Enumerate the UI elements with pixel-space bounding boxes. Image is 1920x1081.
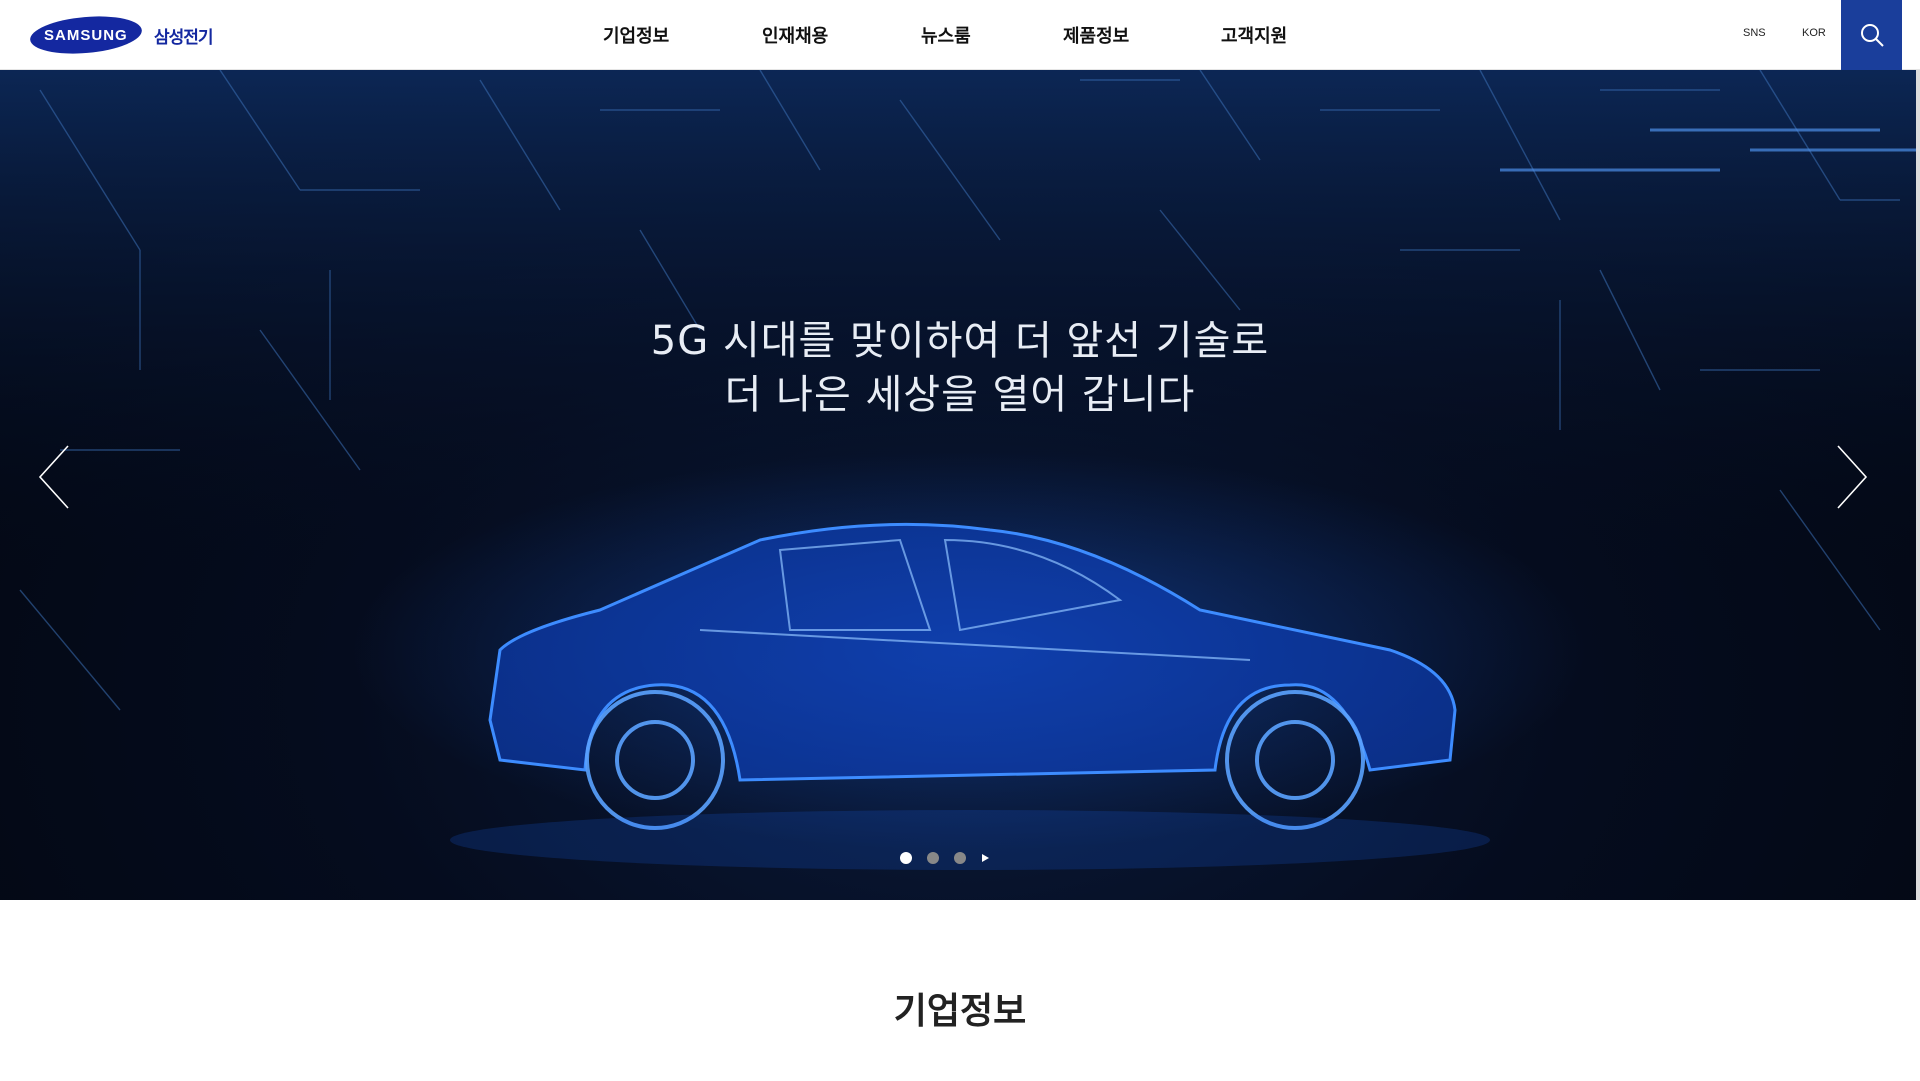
search-button[interactable] <box>1841 0 1902 70</box>
nav-item-support[interactable]: 고객지원 <box>1221 22 1287 48</box>
nav-item-newsroom[interactable]: 뉴스룸 <box>921 22 971 48</box>
slide-dot-3[interactable] <box>954 852 966 864</box>
nav-item-products[interactable]: 제품정보 <box>1063 22 1129 48</box>
nav-item-careers[interactable]: 인재채용 <box>762 22 828 48</box>
hero-headline-line2: 더 나은 세상을 열어 갑니다 <box>724 372 1196 418</box>
previous-slide-button[interactable] <box>36 442 76 512</box>
hero-slider: 5G 시대를 맞이하여 더 앞선 기술로 더 나은 세상을 열어 갑니다 <box>0 70 1920 900</box>
sns-link[interactable]: SNS <box>1743 27 1766 39</box>
slide-pagination <box>0 852 1920 872</box>
scrollbar[interactable] <box>1916 70 1920 900</box>
arrow-left-icon <box>38 445 69 509</box>
language-selector[interactable]: KOR <box>1802 27 1826 39</box>
search-icon <box>1860 24 1884 47</box>
nav-item-company[interactable]: 기업정보 <box>603 22 669 48</box>
slide-dot-1[interactable] <box>900 852 912 864</box>
next-slide-button[interactable] <box>1830 442 1870 512</box>
play-icon[interactable] <box>982 854 989 862</box>
main-navigation: 기업정보 인재채용 뉴스룸 제품정보 고객지원 <box>0 0 1920 70</box>
hero-headline-line1: 5G 시대를 맞이하여 더 앞선 기술로 <box>650 318 1270 364</box>
section-title: 기업정보 <box>893 991 1027 1032</box>
slide-dot-2[interactable] <box>927 852 939 864</box>
circuit-background <box>0 70 1920 900</box>
site-header: SAMSUNG 삼성전기 기업정보 인재채용 뉴스룸 제품정보 고객지원 SNS… <box>0 0 1920 70</box>
arrow-right-icon <box>1837 445 1868 509</box>
